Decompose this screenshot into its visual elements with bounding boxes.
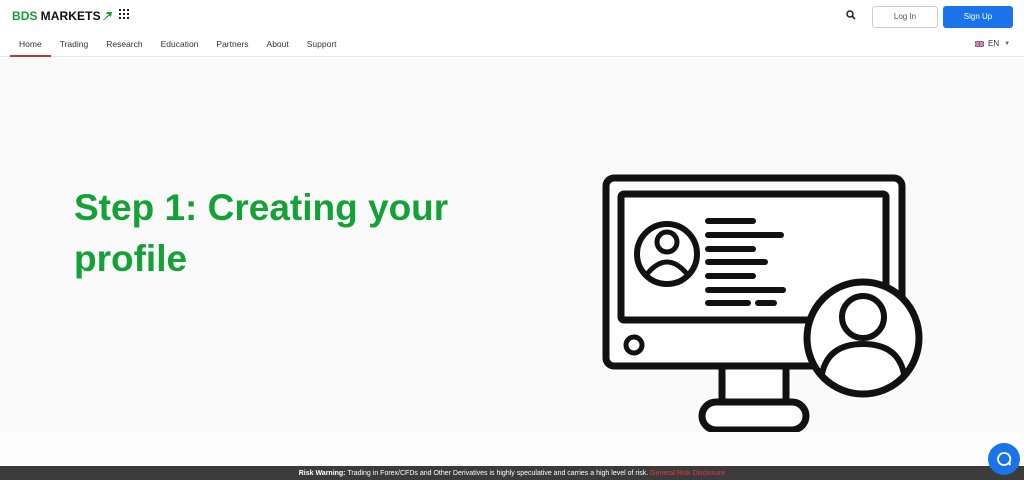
risk-disclosure-link[interactable]: General Risk Disclosure: [650, 470, 725, 477]
nav-items: Home Trading Research Education Partners…: [10, 32, 346, 57]
chat-icon[interactable]: [988, 443, 1020, 475]
nav-item-about[interactable]: About: [258, 32, 298, 57]
language-selector[interactable]: EN ▼: [975, 39, 1010, 48]
hero-section: Step 1: Creating your profile: [0, 58, 1024, 434]
risk-warning-bar: Risk Warning: Trading in Forex/CFDs and …: [0, 466, 1024, 480]
monitor-profile-illustration: [602, 174, 923, 434]
risk-warning-text: Trading in Forex/CFDs and Other Derivati…: [345, 470, 651, 477]
login-button[interactable]: Log In: [872, 6, 938, 28]
main-nav: Home Trading Research Education Partners…: [0, 32, 1024, 57]
section-spacer: [0, 432, 1024, 466]
search-icon[interactable]: [846, 10, 856, 20]
top-bar: BDS MARKETS Log In Sign Up: [0, 0, 1024, 32]
risk-warning-label: Risk Warning:: [298, 470, 346, 477]
chevron-down-icon: ▼: [1004, 40, 1011, 47]
logo-arrow-icon: [102, 12, 112, 20]
logo-primary-text: BDS: [12, 9, 38, 23]
brand-logo[interactable]: BDS MARKETS: [12, 9, 112, 23]
language-label: EN: [988, 39, 1000, 48]
nav-item-partners[interactable]: Partners: [207, 32, 257, 57]
nav-item-trading[interactable]: Trading: [51, 32, 98, 57]
nav-item-research[interactable]: Research: [97, 32, 151, 57]
nav-item-home[interactable]: Home: [10, 32, 51, 57]
logo-secondary-text: MARKETS: [40, 9, 101, 23]
hero-headline: Step 1: Creating your profile: [74, 187, 449, 279]
signup-button[interactable]: Sign Up: [943, 6, 1013, 28]
uk-flag-icon: [975, 40, 984, 47]
nav-item-support[interactable]: Support: [298, 32, 346, 57]
apps-grid-icon[interactable]: [119, 9, 131, 21]
nav-item-education[interactable]: Education: [152, 32, 208, 57]
